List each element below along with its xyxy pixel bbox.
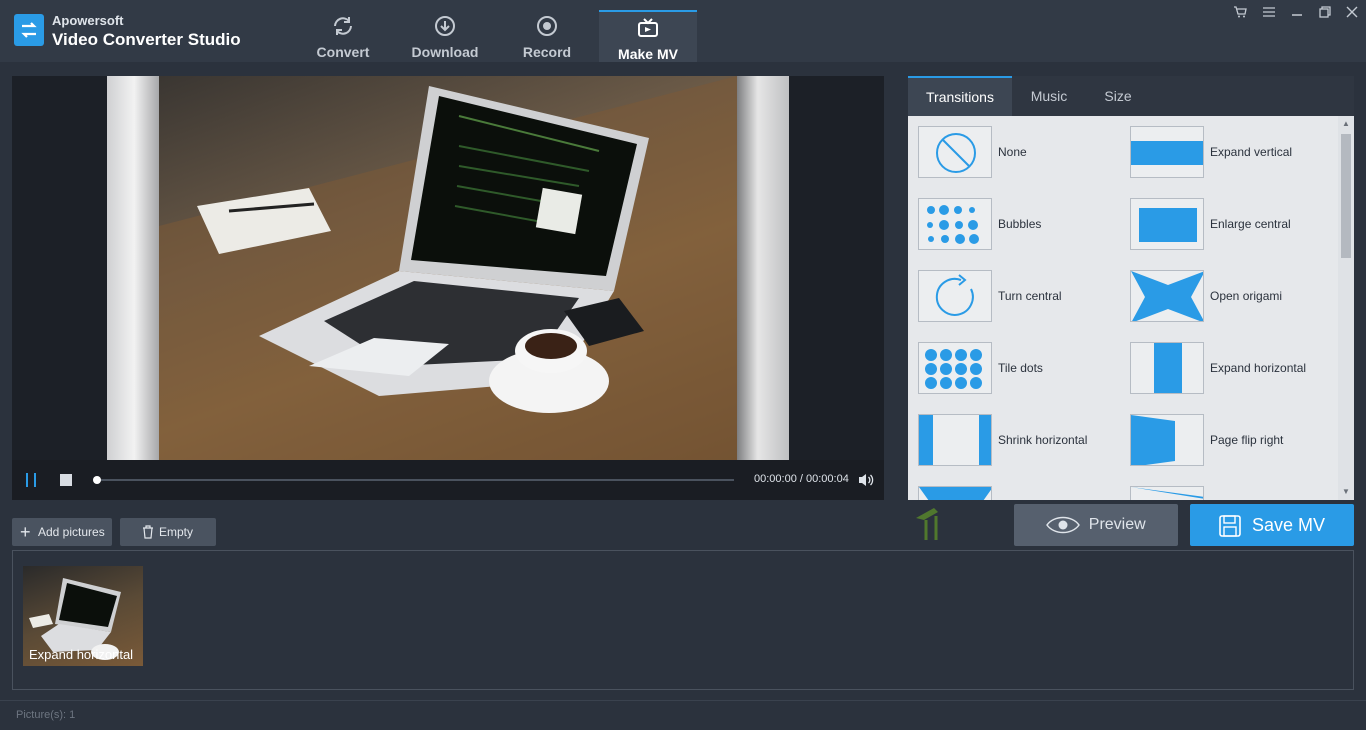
- save-mv-label: Save MV: [1251, 515, 1326, 535]
- tab-record-label: Record: [522, 44, 572, 60]
- transition-shrink-horizontal[interactable]: Shrink horizontal: [918, 414, 1128, 468]
- transition-label: None: [998, 145, 1027, 159]
- picture-thumbnail[interactable]: Expand horizontal: [23, 566, 143, 666]
- empty-label: Empty: [159, 525, 194, 539]
- brand-name: Apowersoft: [52, 13, 124, 28]
- bubbles-icon: [918, 198, 992, 250]
- tab-download[interactable]: Download: [396, 10, 494, 62]
- save-icon: [1219, 515, 1241, 538]
- transition-label: Turn central: [998, 289, 1062, 303]
- scroll-thumb[interactable]: [1341, 134, 1351, 258]
- page-flip-right-icon: [1130, 414, 1204, 466]
- pause-icon[interactable]: [26, 473, 36, 487]
- tab-transitions[interactable]: Transitions: [908, 76, 1012, 116]
- transition-label: Bubbles: [998, 217, 1042, 231]
- record-icon: [537, 16, 557, 36]
- video-preview: 00:00:00 / 00:00:04: [12, 76, 884, 500]
- transition-enlarge-central[interactable]: Enlarge central: [1130, 198, 1340, 252]
- shrink-horizontal-icon: [918, 414, 992, 466]
- transitions-scrollbar[interactable]: ▲ ▼: [1338, 116, 1354, 500]
- enlarge-central-icon: [1130, 198, 1204, 250]
- transition-page-flip-right[interactable]: Page flip right: [1130, 414, 1340, 468]
- transition-partial-icon: [918, 486, 992, 500]
- transition-label: Enlarge central: [1210, 217, 1291, 231]
- tab-download-label: Download: [411, 44, 479, 60]
- download-icon: [435, 16, 455, 36]
- scroll-down-icon[interactable]: ▼: [1341, 487, 1351, 497]
- tab-music[interactable]: Music: [1012, 76, 1086, 116]
- transition-open-origami[interactable]: Open origami: [1130, 270, 1340, 324]
- tab-size[interactable]: Size: [1086, 76, 1150, 116]
- restore-icon[interactable]: [1316, 6, 1334, 22]
- transition-tile-dots[interactable]: Tile dots: [918, 342, 1128, 396]
- transition-partial[interactable]: [918, 486, 1128, 500]
- menu-icon[interactable]: [1260, 6, 1278, 22]
- transition-turn-central[interactable]: Turn central: [918, 270, 1128, 324]
- transition-label: Tile dots: [998, 361, 1043, 375]
- tile-dots-icon: [918, 342, 992, 394]
- add-pictures-button[interactable]: + Add pictures: [12, 518, 112, 546]
- divider: [0, 700, 1366, 701]
- tab-convert[interactable]: Convert: [294, 10, 392, 62]
- add-pictures-label: Add pictures: [38, 525, 105, 539]
- cart-icon[interactable]: [1231, 6, 1249, 22]
- refresh-icon: [334, 17, 352, 35]
- tab-convert-label: Convert: [316, 44, 370, 60]
- transition-bubbles[interactable]: Bubbles: [918, 198, 1128, 252]
- empty-button[interactable]: Empty: [120, 518, 216, 546]
- seek-handle[interactable]: [93, 476, 101, 484]
- plus-icon: +: [20, 522, 31, 542]
- player-controls: 00:00:00 / 00:00:04: [12, 460, 884, 500]
- none-transition-icon: [918, 126, 992, 178]
- expand-horizontal-icon: [1130, 342, 1204, 394]
- video-frame-edge: [737, 76, 789, 460]
- stop-icon[interactable]: [60, 474, 72, 486]
- open-origami-icon: [1130, 270, 1204, 322]
- transition-label: Page flip right: [1210, 433, 1284, 447]
- close-icon[interactable]: [1343, 6, 1361, 22]
- title-bar: Apowersoft Video Converter Studio Conver…: [0, 0, 1366, 62]
- preview-button[interactable]: Preview: [1014, 504, 1178, 546]
- effects-tabs: Transitions Music Size: [908, 76, 1354, 116]
- turn-central-icon: [918, 270, 992, 322]
- tv-icon: [638, 18, 658, 37]
- transition-partial-icon: [1130, 486, 1204, 500]
- expand-vertical-icon: [1130, 126, 1204, 178]
- transition-label: Expand horizontal: [1210, 361, 1307, 375]
- save-mv-button[interactable]: Save MV: [1190, 504, 1354, 546]
- volume-icon[interactable]: [858, 472, 874, 488]
- eye-icon: [1046, 516, 1081, 534]
- transition-label: Expand vertical: [1210, 145, 1293, 159]
- preview-label: Preview: [1088, 516, 1146, 533]
- transition-label: Open origami: [1210, 289, 1283, 303]
- scroll-up-icon[interactable]: ▲: [1341, 119, 1351, 129]
- preview-image: [159, 76, 737, 460]
- picture-label: Expand horizontal: [29, 647, 134, 662]
- app-title: Video Converter Studio: [52, 30, 241, 49]
- transition-expand-vertical[interactable]: Expand vertical: [1130, 126, 1340, 180]
- transition-label: Shrink horizontal: [998, 433, 1088, 447]
- tab-make-mv-label: Make MV: [618, 46, 678, 62]
- status-text: Picture(s): 1: [16, 709, 76, 721]
- minimize-icon[interactable]: [1288, 6, 1306, 22]
- transition-none[interactable]: None: [918, 126, 1128, 180]
- transitions-list: None Expand vertical Bubbles Enlarge cen…: [908, 116, 1354, 500]
- tab-record[interactable]: Record: [498, 10, 596, 62]
- pictures-panel: Expand horizontal: [12, 550, 1354, 690]
- seek-bar[interactable]: [93, 476, 734, 484]
- trash-icon: [143, 525, 153, 539]
- tab-make-mv[interactable]: Make MV: [599, 10, 697, 62]
- playback-time: 00:00:00 / 00:00:04: [754, 473, 849, 485]
- app-logo-icon: [14, 14, 44, 46]
- transition-expand-horizontal[interactable]: Expand horizontal: [1130, 342, 1340, 396]
- transition-partial[interactable]: [1130, 486, 1340, 500]
